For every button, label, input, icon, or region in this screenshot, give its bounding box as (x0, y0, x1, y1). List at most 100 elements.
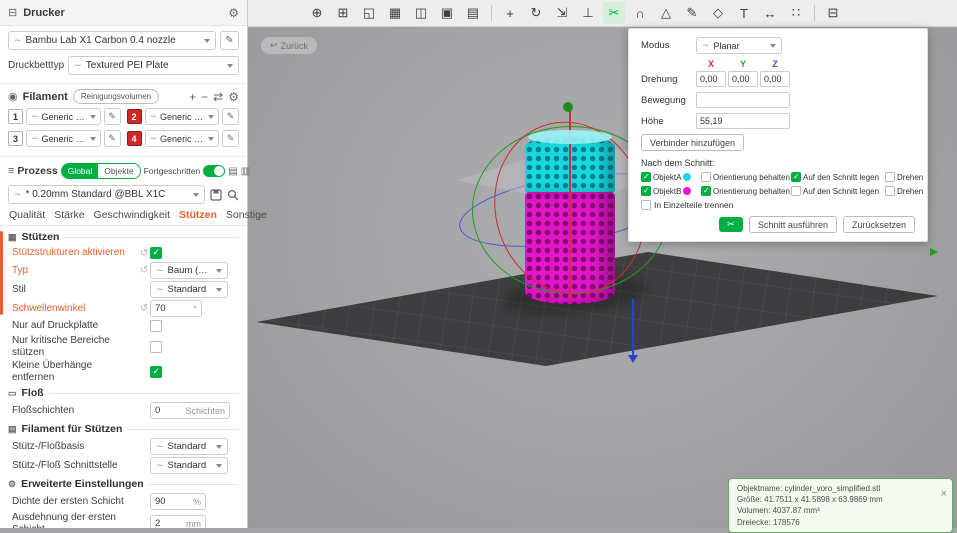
remove-small-overhangs-checkbox[interactable] (150, 365, 162, 378)
advanced-mode-toggle[interactable] (203, 165, 226, 177)
printer-gear-icon[interactable]: ⚙ (228, 6, 239, 20)
filament-gear-icon[interactable]: ⚙ (228, 90, 239, 104)
cut-mode-select[interactable]: ∼ Planar (696, 37, 782, 54)
move-tool-icon[interactable]: + (499, 2, 521, 24)
close-icon[interactable]: × (941, 487, 947, 502)
filament-color-swatch[interactable]: 3 (8, 131, 23, 146)
split-to-parts-icon[interactable]: ▣ (436, 2, 458, 24)
tab-sonstige[interactable]: Sonstige (226, 209, 267, 221)
rotate-tool-icon[interactable]: ↻ (525, 2, 547, 24)
support-style-select[interactable]: ∼ Standard (150, 281, 228, 298)
support-filament-section-title: Filament für Stützen (21, 423, 123, 435)
tab-geschwindigkeit[interactable]: Geschwindigkeit (94, 209, 170, 221)
support-filament-section-icon: ▤ (8, 423, 17, 434)
first-layer-expansion-input[interactable] (155, 518, 179, 528)
sync-filament-icon[interactable]: ⇄ (213, 90, 223, 104)
edit-filament-button[interactable]: ✎ (222, 130, 239, 147)
edit-filament-button[interactable]: ✎ (103, 108, 121, 125)
filament-color-swatch[interactable]: 4 (126, 131, 142, 146)
variable-layer-height-icon[interactable]: ▤ (462, 2, 484, 24)
add-connector-button[interactable]: Verbinder hinzufügen (641, 134, 745, 151)
object-b-keep-orientation-checkbox[interactable] (701, 186, 711, 196)
support-base-select[interactable]: ∼ Standard (150, 438, 228, 455)
height-input[interactable] (696, 113, 790, 129)
assembly-view-icon[interactable]: ∷ (785, 2, 807, 24)
preset-icon: ∼ (156, 265, 164, 275)
tab-qualitaet[interactable]: Qualität (9, 209, 45, 221)
color-painting-tool-icon[interactable]: ✎ (681, 2, 703, 24)
save-preset-icon[interactable] (210, 188, 222, 201)
tab-staerke[interactable]: Stärke (54, 209, 84, 221)
settings-list-icon[interactable]: ▤ (228, 166, 237, 177)
object-a-flip-checkbox[interactable] (885, 172, 895, 182)
object-b-checkbox[interactable] (641, 186, 651, 196)
plate-only-checkbox[interactable] (150, 320, 162, 332)
text-tool-icon[interactable]: T (733, 2, 755, 24)
critical-regions-checkbox[interactable] (150, 340, 162, 353)
section-divider (148, 483, 239, 485)
filament-select[interactable]: ∼ Generic PLA (26, 130, 101, 147)
perform-cut-icon-button[interactable]: ✂ (718, 217, 743, 232)
support-interface-select[interactable]: ∼ Standard (150, 457, 228, 474)
rotation-x-input[interactable] (696, 71, 726, 87)
section-divider (127, 428, 239, 430)
object-a-place-on-cut-checkbox[interactable] (791, 172, 801, 182)
edit-printer-button[interactable]: ✎ (220, 31, 239, 50)
filament-select[interactable]: ∼ Generic PLA (144, 108, 219, 125)
object-a-checkbox[interactable] (641, 172, 651, 182)
add-model-icon[interactable]: ⊕ (306, 2, 328, 24)
perform-cut-button[interactable]: Schnitt ausführen (748, 216, 837, 233)
add-filament-icon[interactable]: + (189, 90, 196, 104)
filament-slots: 1 ∼ Generic PLA ✎ 2 ∼ Generic PLA ✎ 3 ∼ … (0, 108, 247, 147)
rotation-y-input[interactable] (728, 71, 758, 87)
filament-select[interactable]: ∼ Generic PLA (26, 108, 101, 125)
filament-color-swatch[interactable]: 1 (8, 109, 23, 124)
edit-filament-button[interactable]: ✎ (222, 108, 239, 125)
process-global-tab[interactable]: Global (61, 164, 99, 178)
edit-filament-button[interactable]: ✎ (103, 130, 121, 147)
printer-select[interactable]: ∼ Bambu Lab X1 Carbon 0.4 nozzle (8, 31, 216, 50)
object-size-line: Größe: 41.7511 x 41.5898 x 63.9869 mm (737, 495, 883, 505)
object-a-keep-orientation-checkbox[interactable] (701, 172, 711, 182)
support-painting-tool-icon[interactable]: △ (655, 2, 677, 24)
bed-type-select[interactable]: ∼ Textured PEI Plate (68, 56, 239, 75)
tab-stuetzen[interactable]: Stützen (179, 209, 217, 221)
revert-icon[interactable]: ↺ (138, 248, 150, 259)
place-on-face-tool-icon[interactable]: ⊥ (577, 2, 599, 24)
cut-to-parts-checkbox[interactable] (641, 200, 651, 210)
add-plate-icon[interactable]: ⊞ (332, 2, 354, 24)
revert-icon[interactable]: ↺ (138, 303, 150, 314)
cut-tool-icon[interactable]: ✂ (603, 2, 625, 24)
measure-tool-icon[interactable]: ↔ (759, 2, 781, 24)
enable-supports-checkbox[interactable] (150, 247, 162, 259)
toolbar-separator (491, 5, 492, 21)
compare-presets-icon[interactable]: ▥ (241, 166, 250, 177)
cut-plane-handle[interactable] (563, 102, 573, 112)
revert-icon[interactable]: ↺ (138, 265, 150, 276)
movement-input[interactable] (696, 92, 790, 108)
filament-color-swatch[interactable]: 2 (126, 109, 142, 124)
raft-layers-input[interactable] (155, 405, 179, 416)
plate-settings-icon[interactable]: ⊟ (822, 2, 844, 24)
seam-painting-tool-icon[interactable]: ◇ (707, 2, 729, 24)
reset-cut-button[interactable]: Zurücksetzen (842, 216, 915, 233)
threshold-angle-input[interactable] (155, 303, 179, 314)
object-b-flip-checkbox[interactable] (885, 186, 895, 196)
settings-scrollbar[interactable] (0, 231, 3, 315)
process-preset-select[interactable]: ∼ * 0.20mm Standard @BBL X1C (8, 185, 205, 204)
auto-orient-icon[interactable]: ◱ (358, 2, 380, 24)
mesh-boolean-tool-icon[interactable]: ∩ (629, 2, 651, 24)
process-objects-tab[interactable]: Objekte (98, 164, 140, 178)
arrange-icon[interactable]: ▦ (384, 2, 406, 24)
back-button[interactable]: ↩ Zurück (261, 37, 318, 54)
filament-select[interactable]: ∼ Generic PLA (144, 130, 219, 147)
support-type-select[interactable]: ∼ Baum (auto) (150, 262, 228, 279)
object-b-place-on-cut-checkbox[interactable] (791, 186, 801, 196)
split-to-objects-icon[interactable]: ◫ (410, 2, 432, 24)
search-icon[interactable] (227, 189, 239, 201)
first-layer-density-input[interactable] (155, 496, 179, 507)
rotation-z-input[interactable] (760, 71, 790, 87)
scale-tool-icon[interactable]: ⇲ (551, 2, 573, 24)
remove-filament-icon[interactable]: − (201, 90, 208, 104)
flushing-volumes-button[interactable]: Reinigungsvolumen (72, 89, 160, 104)
